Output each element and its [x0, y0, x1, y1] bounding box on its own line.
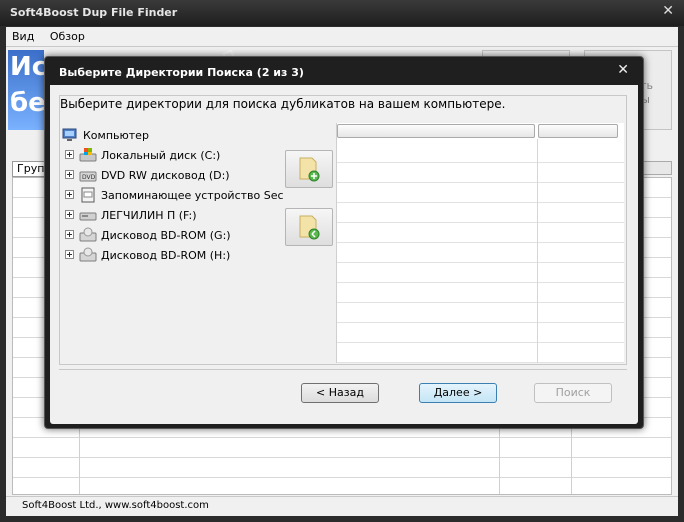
banner-text-line-1: Ис	[10, 52, 48, 82]
hard-disk-windows-icon	[79, 148, 97, 162]
tree-item-label: DVD RW дисковод (D:)	[101, 169, 230, 182]
tree-item-label: Локальный диск (C:)	[101, 149, 221, 162]
main-title-bar: Soft4Boost Dup File Finder ✕	[0, 0, 684, 26]
removable-drive-icon	[79, 212, 97, 221]
add-folder-button[interactable]	[285, 150, 333, 188]
tree-item-label: Дисковод BD-ROM (H:)	[101, 249, 231, 262]
expand-icon[interactable]	[65, 150, 74, 159]
menu-item-browse[interactable]: Обзор	[44, 27, 91, 46]
tree-item-drive-f[interactable]: ЛЕГЧИЛИН П (F:)	[61, 205, 281, 225]
tree-item-drive-h[interactable]: Дисковод BD-ROM (H:)	[61, 245, 281, 265]
tree-item-label: ЛЕГЧИЛИН П (F:)	[101, 209, 197, 222]
banner-text-line-2: бе	[10, 88, 46, 118]
status-text: Soft4Boost Ltd., www.soft4boost.com	[22, 500, 209, 511]
main-close-icon[interactable]: ✕	[662, 3, 674, 19]
dialog-instruction: Выберите директории для поиска дубликато…	[60, 97, 506, 111]
tree-item-drive-c[interactable]: Локальный диск (C:)	[61, 145, 281, 165]
expand-icon[interactable]	[65, 210, 74, 219]
tree-item-computer[interactable]: Компьютер	[61, 125, 281, 145]
back-button[interactable]: < Назад	[301, 383, 379, 403]
tree-item-label: Дисковод BD-ROM (G:)	[101, 229, 231, 242]
storage-device-icon	[81, 187, 95, 203]
main-banner: Ис бе	[8, 50, 48, 130]
dialog-title-bar: Выберите Директории Поиска (2 из 3) ✕	[45, 57, 643, 85]
status-bar: Soft4Boost Ltd., www.soft4boost.com	[6, 496, 678, 516]
main-window-title: Soft4Boost Dup File Finder	[10, 6, 178, 19]
remove-folder-button[interactable]	[285, 208, 333, 246]
folder-tree[interactable]: Компьютер Локальный диск (C:) DVD DVD RW…	[61, 123, 283, 361]
search-button[interactable]: Поиск	[534, 383, 612, 403]
expand-icon[interactable]	[65, 170, 74, 179]
select-directories-dialog: Выберите Директории Поиска (2 из 3) ✕ Вы…	[44, 56, 644, 429]
tree-item-label: Компьютер	[83, 129, 149, 142]
list-rows	[337, 143, 624, 363]
add-folder-icon	[299, 157, 320, 182]
tree-item-storage-device[interactable]: Запоминающее устройство Secu	[61, 185, 283, 205]
computer-icon	[62, 128, 77, 141]
list-col-divider	[537, 139, 538, 363]
dvd-drive-icon: DVD	[79, 171, 97, 182]
svg-text:DVD: DVD	[82, 174, 96, 181]
tree-item-label: Запоминающее устройство Secu	[101, 189, 283, 202]
remove-folder-icon	[299, 215, 320, 240]
dialog-separator	[59, 369, 627, 370]
dialog-close-icon[interactable]: ✕	[617, 62, 629, 78]
column-header-right[interactable]	[640, 161, 672, 175]
bd-drive-icon	[79, 247, 97, 262]
bd-drive-icon	[79, 227, 97, 242]
expand-icon[interactable]	[65, 250, 74, 259]
list-column-header-path[interactable]	[337, 124, 535, 138]
dialog-title: Выберите Директории Поиска (2 из 3)	[59, 66, 304, 79]
dialog-client-area: Выберите директории для поиска дубликато…	[50, 85, 638, 424]
expand-icon[interactable]	[65, 230, 74, 239]
menu-item-view[interactable]: Вид	[6, 27, 40, 46]
selected-directories-list[interactable]	[336, 123, 624, 363]
main-menu-bar: Вид Обзор	[6, 27, 678, 47]
list-column-header-options[interactable]	[538, 124, 618, 138]
tree-item-drive-d[interactable]: DVD DVD RW дисковод (D:)	[61, 165, 281, 185]
tree-item-drive-g[interactable]: Дисковод BD-ROM (G:)	[61, 225, 281, 245]
next-button[interactable]: Далее >	[419, 383, 497, 403]
expand-icon[interactable]	[65, 190, 74, 199]
